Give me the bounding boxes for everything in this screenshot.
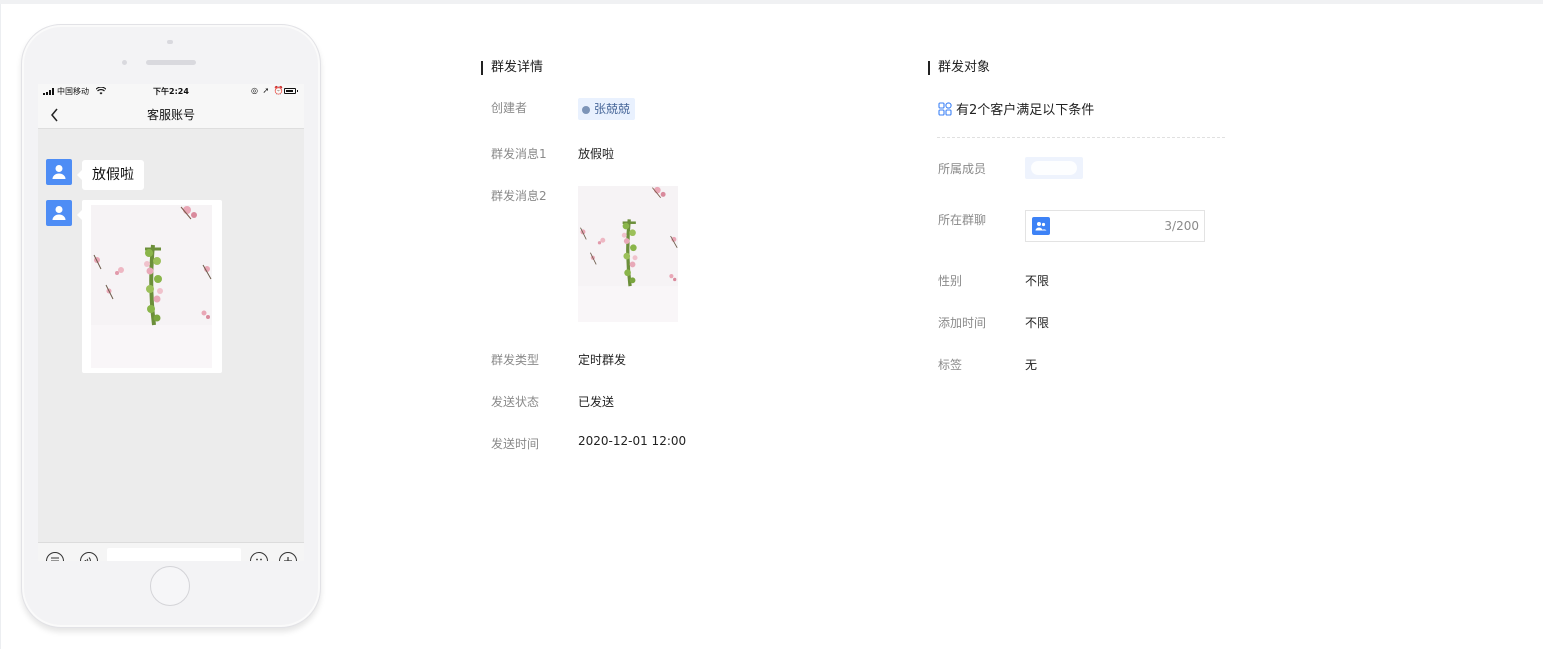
creator-label: 创建者: [491, 101, 528, 115]
add-plus-icon[interactable]: [279, 552, 297, 561]
status-bar: 中国移动 下午2:24 ◎ ➚ ⏰: [38, 84, 304, 99]
carrier-name: 中国移动: [57, 87, 89, 96]
avatar-icon: [46, 159, 72, 185]
member-tag: [1025, 157, 1083, 179]
menu-list-icon[interactable]: [46, 552, 64, 561]
type-label: 群发类型: [491, 353, 540, 367]
time-label: 发送时间: [491, 437, 540, 451]
message2-image: [578, 186, 678, 322]
detail-section-title: 群发详情: [481, 60, 543, 76]
member-label: 所属成员: [938, 162, 987, 176]
chat-title: 客服账号: [146, 108, 195, 122]
target-section-title: 群发对象: [928, 60, 990, 76]
left-border: [0, 4, 1, 649]
phone-home-button: [150, 566, 190, 606]
battery-icon: [284, 88, 298, 94]
flower-image: [91, 205, 212, 368]
phone-camera-dot: [167, 40, 173, 44]
group-label: 所在群聊: [938, 213, 987, 227]
user-dot-icon: [582, 106, 590, 114]
group-chat-selector[interactable]: 3/200: [1025, 210, 1205, 242]
avatar-icon: [46, 200, 72, 226]
group-count: 3/200: [1164, 219, 1199, 233]
gender-label: 性别: [938, 274, 963, 288]
voice-icon[interactable]: [80, 552, 98, 561]
condition-summary-text: 有2个客户满足以下条件: [956, 103, 1095, 118]
chat-nav-bar: 客服账号: [38, 99, 304, 129]
dashed-divider: [937, 137, 1225, 138]
added-time-value: 不限: [1025, 316, 1050, 330]
page: 中国移动 下午2:24 ◎ ➚ ⏰ 客服账号 放假啦 群发详情 创建者 张兢兢 …: [0, 0, 1543, 649]
status-icons: ◎ ➚ ⏰: [251, 86, 285, 95]
blurred-member-name: [1031, 161, 1077, 175]
chat-text-message: 放假啦: [77, 160, 144, 190]
tag-value: 无: [1025, 358, 1038, 372]
message1-label: 群发消息1: [491, 147, 547, 161]
phone-screen: 中国移动 下午2:24 ◎ ➚ ⏰ 客服账号 放假啦: [38, 84, 304, 561]
phone-preview: 中国移动 下午2:24 ◎ ➚ ⏰ 客服账号 放假啦: [21, 24, 321, 628]
status-value: 已发送: [578, 395, 615, 409]
chat-message-input[interactable]: [107, 548, 241, 561]
creator-name: 张兢兢: [594, 102, 631, 116]
status-label: 发送状态: [491, 395, 540, 409]
creator-tag: 张兢兢: [578, 98, 636, 120]
message2-label: 群发消息2: [491, 189, 547, 203]
group-chat-icon: [1032, 217, 1050, 235]
gender-value: 不限: [1025, 274, 1050, 288]
type-value: 定时群发: [578, 353, 627, 367]
tag-label: 标签: [938, 358, 963, 372]
phone-sensor: [122, 60, 127, 65]
emoji-icon[interactable]: [250, 552, 268, 561]
wifi-icon: [95, 86, 107, 97]
chat-image-message: [77, 200, 222, 373]
phone-speaker: [146, 60, 196, 65]
status-time: 下午2:24: [153, 87, 189, 96]
time-value: 2020-12-01 12:00: [578, 434, 687, 448]
condition-summary: 有2个客户满足以下条件: [938, 99, 1094, 118]
message1-value: 放假啦: [578, 147, 615, 161]
added-time-label: 添加时间: [938, 316, 987, 330]
grid-condition-icon: [938, 102, 952, 116]
signal-icon: [43, 88, 55, 95]
chat-input-bar: [38, 542, 304, 561]
